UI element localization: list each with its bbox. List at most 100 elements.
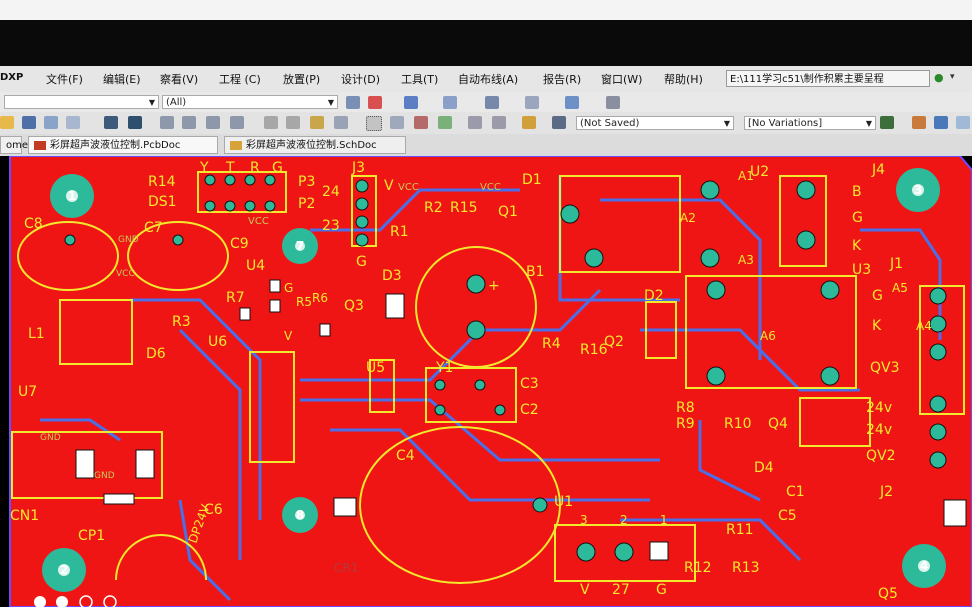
svg-text:U1: U1 xyxy=(554,494,573,510)
svg-text:D4: D4 xyxy=(754,460,774,476)
preview-icon[interactable] xyxy=(66,116,80,129)
svg-text:R: R xyxy=(250,160,260,176)
menu-place[interactable]: 放置(P) xyxy=(283,71,320,87)
interactive-route-icon[interactable] xyxy=(934,116,948,129)
save-icon[interactable] xyxy=(22,116,36,129)
confirm-icon[interactable] xyxy=(438,116,452,129)
menu-view[interactable]: 察看(V) xyxy=(160,71,198,87)
svg-text:A6: A6 xyxy=(760,329,776,343)
save-state-value: (Not Saved) xyxy=(580,118,640,129)
variations-dropdown[interactable]: [No Variations] ▼ xyxy=(744,116,876,130)
svg-text:R15: R15 xyxy=(450,200,478,216)
save-state-dropdown[interactable]: (Not Saved) ▼ xyxy=(576,116,734,130)
zoom-fit-icon[interactable] xyxy=(160,116,174,129)
redo-icon[interactable] xyxy=(492,116,506,129)
tab-sch[interactable]: 彩屏超声波液位控制.SchDoc xyxy=(224,136,406,154)
svg-text:2: 2 xyxy=(60,563,68,577)
svg-text:T: T xyxy=(225,160,235,176)
copy-icon[interactable] xyxy=(286,116,300,129)
route-icon[interactable] xyxy=(912,116,926,129)
svg-text:C6: C6 xyxy=(204,502,223,518)
zoom-out-icon[interactable] xyxy=(230,116,244,129)
print-icon[interactable] xyxy=(44,116,58,129)
svg-text:Y1: Y1 xyxy=(435,360,453,376)
menu-design[interactable]: 设计(D) xyxy=(341,71,380,87)
highlight-icon[interactable] xyxy=(522,116,536,129)
filter-dropdown[interactable]: (All) ▼ xyxy=(162,95,338,109)
pcb-board[interactable]: 1 2 3 4 7 8 R14 DS1 Y T R G P3 P2 J3 24 … xyxy=(0,156,972,607)
svg-text:B: B xyxy=(852,184,862,200)
svg-text:A2: A2 xyxy=(680,211,696,225)
menu-file[interactable]: 文件(F) xyxy=(46,71,83,87)
menu-edit[interactable]: 编辑(E) xyxy=(103,71,141,87)
svg-text:L1: L1 xyxy=(28,326,45,342)
align-icon[interactable] xyxy=(443,96,457,109)
document-tabs: ome 彩屏超声波液位控制.PcbDoc 彩屏超声波液位控制.SchDoc xyxy=(0,134,972,157)
svg-text:G: G xyxy=(656,582,667,598)
svg-text:J3: J3 xyxy=(351,160,365,176)
board-icon[interactable] xyxy=(128,116,142,129)
menu-bar: DXP 文件(F) 编辑(E) 察看(V) 工程 (C) 放置(P) 设计(D)… xyxy=(0,66,972,93)
grid-icon[interactable] xyxy=(565,96,579,109)
open-icon[interactable] xyxy=(0,116,14,129)
zoom-area-icon[interactable] xyxy=(182,116,196,129)
inspect-icon[interactable] xyxy=(552,116,566,129)
cut-icon[interactable] xyxy=(264,116,278,129)
svg-text:R11: R11 xyxy=(726,522,754,538)
svg-text:D3: D3 xyxy=(382,268,402,284)
svg-text:R6: R6 xyxy=(312,291,328,305)
svg-text:R12: R12 xyxy=(684,560,712,576)
monitor-frame xyxy=(0,20,972,66)
layout-icon[interactable] xyxy=(606,96,620,109)
deselect-icon[interactable] xyxy=(414,116,428,129)
svg-text:R9: R9 xyxy=(676,416,695,432)
clear-filter-icon[interactable] xyxy=(368,96,382,109)
svg-text:G: G xyxy=(852,210,863,226)
undo-icon[interactable] xyxy=(468,116,482,129)
select-area-icon[interactable] xyxy=(366,116,382,131)
select-icon[interactable] xyxy=(346,96,360,109)
text-icon[interactable] xyxy=(485,96,499,109)
tab-home[interactable]: ome xyxy=(0,136,28,154)
nav-back-icon[interactable]: ● xyxy=(934,71,944,84)
svg-text:R3: R3 xyxy=(172,314,191,330)
menu-project[interactable]: 工程 (C) xyxy=(219,71,261,87)
zoom-in-icon[interactable] xyxy=(206,116,220,129)
svg-text:R2: R2 xyxy=(424,200,443,216)
layer-dropdown[interactable]: ▼ xyxy=(4,95,159,109)
line-icon[interactable] xyxy=(525,96,539,109)
svg-text:4: 4 xyxy=(920,559,928,573)
menu-window[interactable]: 窗口(W) xyxy=(601,71,642,87)
pcb-canvas[interactable]: 1 2 3 4 7 8 R14 DS1 Y T R G P3 P2 J3 24 … xyxy=(0,156,972,607)
menu-autoroute[interactable]: 自动布线(A) xyxy=(458,71,518,87)
tab-pcb[interactable]: 彩屏超声波液位控制.PcbDoc xyxy=(28,136,218,154)
menu-help[interactable]: 帮助(H) xyxy=(664,71,703,87)
menu-tools[interactable]: 工具(T) xyxy=(401,71,438,87)
svg-text:D1: D1 xyxy=(522,172,542,188)
svg-text:R5: R5 xyxy=(296,295,312,309)
svg-text:C7: C7 xyxy=(144,220,163,236)
app-logo[interactable]: DXP xyxy=(0,72,23,83)
paste-icon[interactable] xyxy=(310,116,324,129)
svg-text:27: 27 xyxy=(612,582,630,598)
diff-pair-icon[interactable] xyxy=(956,116,970,129)
pencil-icon[interactable] xyxy=(404,96,418,109)
rubber-stamp-icon[interactable] xyxy=(334,116,348,129)
svg-text:U4: U4 xyxy=(246,258,265,274)
svg-text:C2: C2 xyxy=(520,402,539,418)
board-view-icon[interactable] xyxy=(880,116,894,129)
layers-icon[interactable] xyxy=(104,116,118,129)
svg-text:VCC: VCC xyxy=(398,182,419,193)
move-icon[interactable] xyxy=(390,116,404,129)
svg-text:8: 8 xyxy=(296,508,304,522)
project-path-box[interactable]: E:\111学习c51\制作积累主要呈程 xyxy=(726,70,930,87)
chevron-down-icon[interactable]: ▾ xyxy=(950,72,955,82)
svg-text:Y: Y xyxy=(199,160,209,176)
menu-reports[interactable]: 报告(R) xyxy=(543,71,581,87)
svg-text:C9: C9 xyxy=(230,236,249,252)
svg-text:3: 3 xyxy=(580,513,588,527)
svg-text:A1: A1 xyxy=(738,169,754,183)
svg-text:G: G xyxy=(272,160,283,176)
svg-text:C5: C5 xyxy=(778,508,797,524)
svg-text:K: K xyxy=(852,238,862,254)
